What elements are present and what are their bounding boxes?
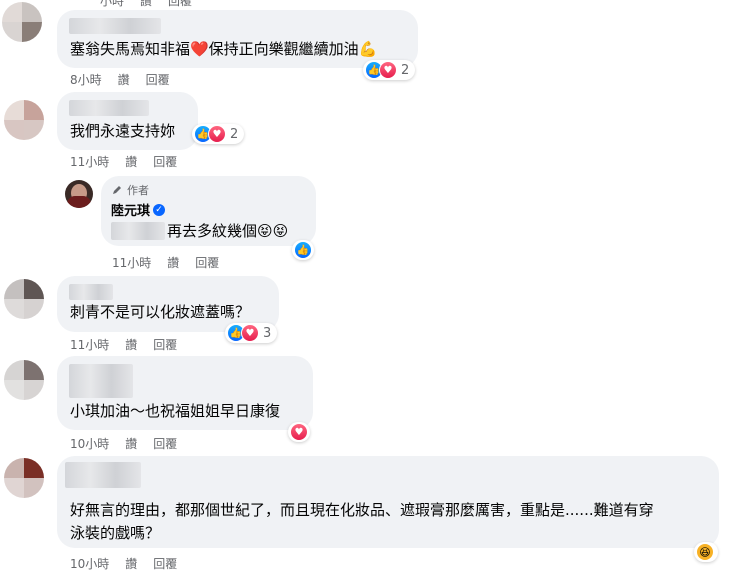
reply-button[interactable]: 回覆 — [153, 155, 177, 169]
like-button[interactable]: 讚 — [167, 256, 179, 270]
comment-bubble: 我們永遠支持妳 — [57, 92, 198, 150]
comment-text: 再去多紋幾個😝😝 — [167, 222, 289, 240]
like-button[interactable]: 讚 — [125, 155, 137, 169]
reaction-summary[interactable]: 👍 ♥ 3 — [225, 323, 277, 343]
pencil-icon — [113, 186, 121, 194]
author-avatar[interactable] — [65, 180, 93, 208]
like-button[interactable]: 讚 — [125, 338, 137, 352]
comment-text: 刺青不是可以化妝遮蓋嗎？ — [70, 303, 251, 321]
comment-text: 小琪加油～也祝福姐姐早日康復 — [70, 402, 281, 420]
comment-meta: 11小時 讚 回覆 — [70, 336, 193, 353]
commenter-name[interactable] — [69, 284, 113, 300]
reply-button[interactable]: 回覆 — [153, 338, 177, 352]
reaction-summary[interactable]: 👍 ♥ 2 — [192, 124, 244, 144]
comment-meta-cutoff: 小時讚回覆 — [100, 0, 193, 8]
like-button[interactable]: 讚 — [125, 437, 137, 451]
author-reply-bubble: 作者 陸元琪 ✓ 再去多紋幾個😝😝 — [101, 176, 316, 246]
comment-meta: 10小時 讚 回覆 — [70, 555, 193, 572]
reaction-summary[interactable]: ♥ — [288, 422, 310, 442]
timestamp[interactable]: 10小時 — [70, 437, 109, 451]
comment-meta: 10小時 讚 回覆 — [70, 435, 193, 452]
reaction-summary[interactable]: 👍 ♥ 2 — [363, 60, 415, 80]
timestamp[interactable]: 11小時 — [70, 155, 109, 169]
comment-bubble: 小琪加油～也祝福姐姐早日康復 — [57, 356, 313, 430]
timestamp[interactable]: 10小時 — [70, 557, 109, 571]
haha-reaction-icon: 😆 — [696, 543, 714, 561]
like-button[interactable]: 讚 — [118, 73, 130, 87]
comment-bubble: 塞翁失馬焉知非福❤️保持正向樂觀繼續加油💪 — [57, 10, 418, 68]
reaction-summary[interactable]: 👍 — [292, 240, 314, 260]
timestamp[interactable]: 8小時 — [70, 73, 102, 87]
comment-text: 我們永遠支持妳 — [70, 122, 176, 140]
reply-button[interactable]: 回覆 — [195, 256, 219, 270]
commenter-name[interactable] — [69, 100, 149, 116]
like-reaction-icon: 👍 — [294, 241, 312, 259]
commenter-name[interactable] — [69, 364, 133, 398]
comment-text: 好無言的理由，都那個世紀了，而且現在化妝品、遮瑕膏那麼厲害，重點是......難… — [70, 501, 654, 519]
timestamp[interactable]: 11小時 — [70, 338, 109, 352]
love-reaction-icon: ♥ — [290, 423, 308, 441]
like-button[interactable]: 讚 — [125, 557, 137, 571]
comment-meta: 11小時 讚 回覆 — [112, 254, 235, 271]
author-name[interactable]: 陸元琪 ✓ — [111, 200, 166, 219]
avatar[interactable] — [4, 458, 44, 498]
love-reaction-icon: ♥ — [208, 125, 226, 143]
timestamp[interactable]: 11小時 — [112, 256, 151, 270]
reaction-summary[interactable]: 😆 — [694, 542, 718, 562]
reply-button[interactable]: 回覆 — [153, 557, 177, 571]
author-badge: 作者 — [111, 182, 149, 198]
reply-button[interactable]: 回覆 — [153, 437, 177, 451]
comment-meta: 8小時 讚 回覆 — [70, 71, 186, 88]
comment-text: 塞翁失馬焉知非福❤️保持正向樂觀繼續加油💪 — [70, 40, 378, 58]
verified-badge-icon: ✓ — [153, 203, 166, 216]
avatar[interactable] — [2, 2, 42, 42]
love-reaction-icon: ♥ — [241, 324, 259, 342]
comment-meta: 11小時 讚 回覆 — [70, 153, 193, 170]
avatar[interactable] — [4, 279, 44, 319]
commenter-name[interactable] — [65, 462, 141, 488]
reply-button[interactable]: 回覆 — [146, 73, 170, 87]
comment-bubble: 好無言的理由，都那個世紀了，而且現在化妝品、遮瑕膏那麼厲害，重點是......難… — [57, 456, 719, 548]
commenter-name[interactable] — [69, 18, 161, 34]
avatar[interactable] — [4, 360, 44, 400]
love-reaction-icon: ♥ — [379, 61, 397, 79]
comment-text: 泳裝的戲嗎？ — [70, 524, 161, 542]
avatar[interactable] — [4, 100, 44, 140]
mentioned-user[interactable] — [111, 222, 165, 240]
